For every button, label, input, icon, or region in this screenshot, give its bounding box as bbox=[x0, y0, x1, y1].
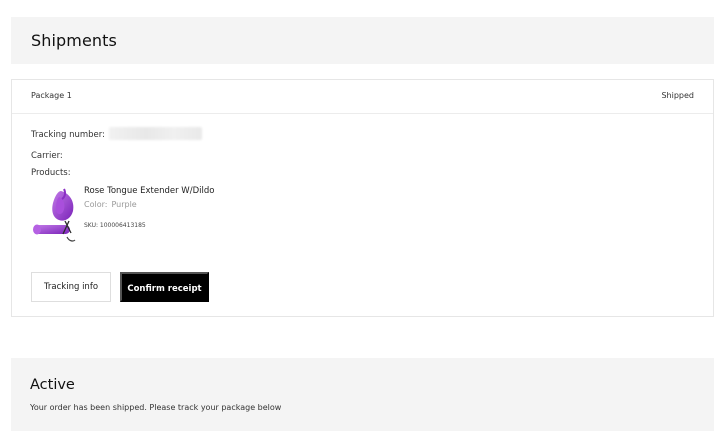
product-color-label: Color: bbox=[84, 200, 108, 209]
package-label: Package 1 bbox=[31, 91, 72, 100]
product-photo-icon bbox=[33, 188, 76, 242]
product-color-value: Purple bbox=[111, 200, 137, 209]
package-status: Shipped bbox=[661, 91, 694, 100]
order-status-description: Your order has been shipped. Please trac… bbox=[30, 403, 282, 412]
package-card: Package 1 Shipped Tracking number: Carri… bbox=[11, 79, 714, 317]
tracking-number-label: Tracking number: bbox=[31, 130, 105, 140]
carrier-label: Carrier: bbox=[31, 151, 63, 161]
shipments-header: Shipments bbox=[11, 17, 714, 64]
product-image[interactable] bbox=[31, 187, 76, 245]
package-header: Package 1 Shipped bbox=[12, 80, 713, 114]
order-status-panel: Active Your order has been shipped. Plea… bbox=[11, 358, 714, 431]
page-title: Shipments bbox=[31, 31, 117, 50]
confirm-receipt-button[interactable]: Confirm receipt bbox=[120, 272, 209, 302]
product-sku: SKU: 100006413185 bbox=[84, 222, 146, 229]
product-name[interactable]: Rose Tongue Extender W/Dildo bbox=[84, 186, 214, 196]
product-color: Color: Purple bbox=[84, 200, 137, 209]
tracking-number-redacted bbox=[109, 127, 202, 140]
products-label: Products: bbox=[31, 168, 71, 178]
tracking-info-button[interactable]: Tracking info bbox=[31, 272, 111, 302]
order-status-title: Active bbox=[30, 377, 75, 393]
